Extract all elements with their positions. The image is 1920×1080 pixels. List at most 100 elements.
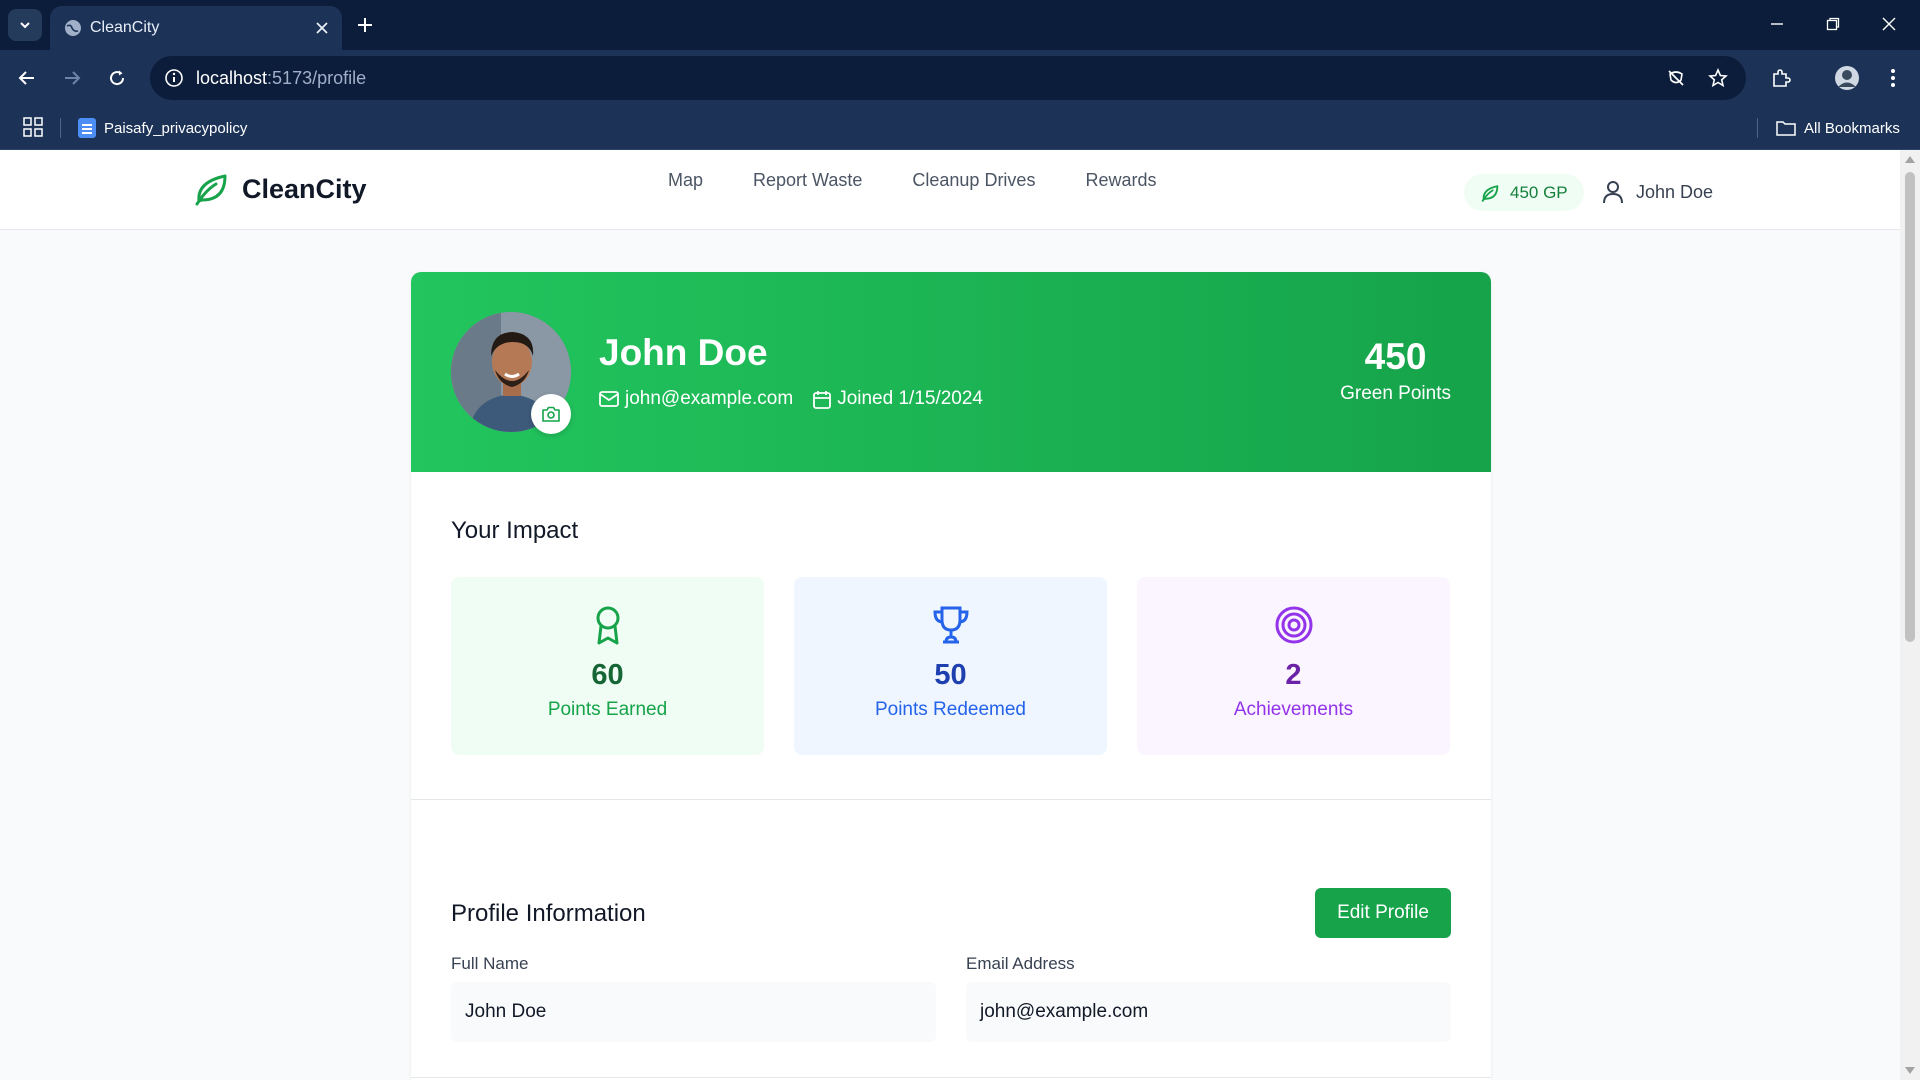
camera-icon [542, 406, 560, 422]
section-divider [411, 1077, 1491, 1078]
profile-info-title: Profile Information [451, 900, 646, 927]
bookmark-label: Paisafy_privacypolicy [104, 119, 248, 137]
back-button[interactable] [10, 61, 44, 95]
browser-tabstrip: CleanCity [0, 0, 1920, 50]
eye-off-icon [1668, 70, 1684, 86]
puzzle-icon [1773, 69, 1791, 87]
green-points-label: Green Points [1340, 383, 1451, 404]
impact-title: Your Impact [451, 517, 579, 544]
user-menu[interactable]: John Doe [1602, 180, 1713, 204]
profile-card: John Doe john@example.com Joined 1/15/20… [411, 272, 1491, 1080]
window-close-button[interactable] [1866, 6, 1912, 42]
avatar-icon [1835, 66, 1859, 90]
profile-meta: john@example.com Joined 1/15/2024 [599, 388, 983, 410]
green-points-value: 450 [1364, 336, 1427, 377]
stat-points-redeemed: 50 Points Redeemed [794, 577, 1107, 755]
profile-hero: John Doe john@example.com Joined 1/15/20… [411, 272, 1491, 472]
points-badge-label: 450 GP [1510, 182, 1568, 202]
globe-icon [65, 20, 81, 36]
nav-map[interactable]: Map [668, 170, 703, 191]
info-icon [165, 69, 183, 87]
bookmarks-separator [1757, 118, 1758, 138]
nav-cleanup-drives[interactable]: Cleanup Drives [912, 170, 1035, 191]
bookmarks-bar: Paisafy_privacypolicy All Bookmarks [0, 106, 1920, 150]
tab-search-button[interactable] [8, 9, 42, 41]
restore-icon [1826, 17, 1840, 31]
profile-joined-text: Joined 1/15/2024 [837, 388, 983, 409]
target-icon [1275, 606, 1312, 644]
stat-value: 50 [934, 659, 967, 691]
scroll-up-arrow[interactable] [1905, 156, 1915, 163]
url-host: localhost [196, 68, 268, 88]
url-text: localhost:5173/profile [196, 68, 366, 89]
edit-profile-button[interactable]: Edit Profile [1315, 888, 1451, 938]
browser-menu-button[interactable] [1876, 61, 1910, 95]
more-vertical-icon [1891, 69, 1895, 87]
bookmark-star-button[interactable] [1704, 64, 1732, 92]
impact-stats: 60 Points Earned 50 Points Redeemed 2 Ac… [451, 577, 1450, 755]
all-bookmarks-button[interactable]: All Bookmarks [1776, 116, 1900, 140]
bookmarks-separator [60, 118, 61, 138]
browser-tab[interactable]: CleanCity [50, 6, 342, 50]
points-badge[interactable]: 450 GP [1464, 174, 1584, 211]
stat-label: Achievements [1233, 699, 1354, 720]
new-tab-button[interactable] [350, 10, 380, 40]
nav-rewards[interactable]: Rewards [1085, 170, 1156, 191]
stat-label: Points Redeemed [874, 699, 1027, 720]
reload-icon [110, 70, 125, 86]
tracking-protection-button[interactable] [1662, 64, 1690, 92]
arrow-right-icon [65, 71, 81, 85]
green-points-summary: 450 Green Points [1340, 338, 1451, 405]
email-label: Email Address [966, 954, 1075, 973]
address-bar[interactable]: localhost:5173/profile [150, 56, 1746, 100]
page-viewport: CleanCity Map Report Waste Cleanup Drive… [0, 150, 1900, 1080]
bookmark-item[interactable]: Paisafy_privacypolicy [78, 116, 247, 140]
scrollbar-thumb[interactable] [1905, 172, 1915, 642]
url-path: :5173/profile [267, 68, 367, 88]
document-icon [78, 118, 96, 138]
section-divider [411, 799, 1491, 800]
nav-report-waste[interactable]: Report Waste [753, 170, 862, 191]
change-photo-button[interactable] [531, 394, 571, 434]
main-nav: Map Report Waste Cleanup Drives Rewards [668, 170, 1156, 191]
stat-achievements: 2 Achievements [1137, 577, 1450, 755]
chevron-down-icon [20, 22, 30, 29]
award-icon [596, 606, 619, 645]
close-icon [316, 22, 328, 34]
browser-toolbar: localhost:5173/profile [0, 50, 1920, 106]
user-name: John Doe [1636, 181, 1714, 202]
leaf-icon [1481, 184, 1499, 202]
email-field[interactable]: john@example.com [966, 982, 1451, 1042]
close-icon [1882, 17, 1896, 31]
stat-label: Points Earned [547, 699, 668, 720]
scroll-down-arrow[interactable] [1905, 1067, 1915, 1074]
brand-logo[interactable]: CleanCity [192, 170, 367, 208]
stat-value: 2 [1285, 659, 1302, 691]
site-info-button[interactable] [160, 64, 188, 92]
tab-title: CleanCity [90, 19, 160, 36]
brand-name: CleanCity [242, 173, 367, 204]
calendar-icon [813, 390, 832, 409]
all-bookmarks-label: All Bookmarks [1804, 119, 1900, 137]
apps-grid-icon[interactable] [22, 116, 44, 138]
tab-close-button[interactable] [310, 16, 334, 40]
arrow-left-icon [18, 71, 34, 85]
profile-email-text: john@example.com [625, 388, 794, 409]
profile-avatar-button[interactable] [1830, 61, 1864, 95]
profile-joined: Joined 1/15/2024 [813, 388, 983, 410]
profile-name: John Doe [599, 332, 768, 373]
minimize-button[interactable] [1754, 6, 1800, 42]
folder-icon [1776, 121, 1796, 136]
stat-value: 60 [591, 659, 624, 691]
mail-icon [599, 391, 619, 407]
page-scrollbar[interactable] [1900, 150, 1920, 1080]
minimize-icon [1771, 23, 1783, 25]
user-icon [1603, 181, 1623, 204]
app-header: CleanCity Map Report Waste Cleanup Drive… [0, 150, 1900, 230]
forward-button[interactable] [55, 61, 89, 95]
reload-button[interactable] [100, 61, 134, 95]
extensions-button[interactable] [1764, 61, 1798, 95]
restore-button[interactable] [1810, 6, 1856, 42]
full-name-field[interactable]: John Doe [451, 982, 936, 1042]
star-icon [1708, 68, 1728, 88]
